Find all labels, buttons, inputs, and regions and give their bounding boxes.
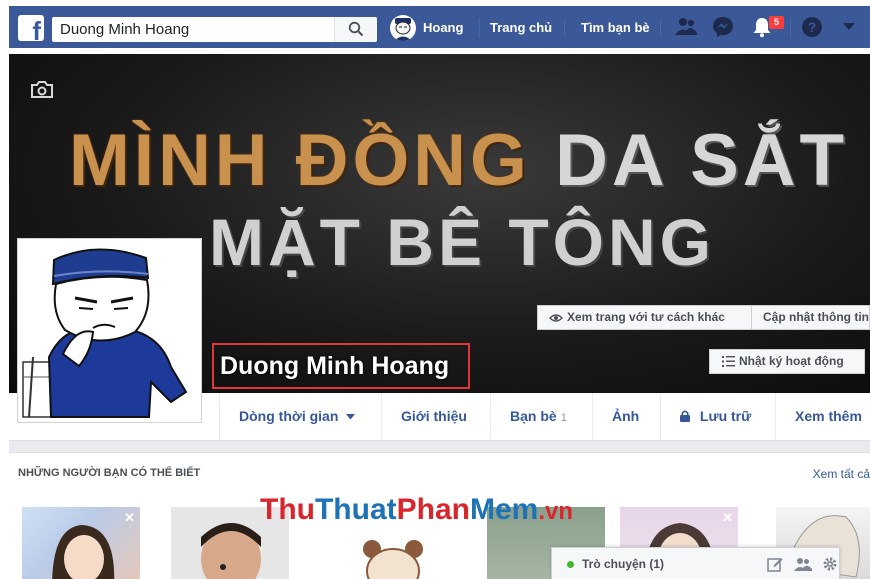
- update-info-label: Cập nhật thông tin: [763, 310, 869, 324]
- nav-home-link[interactable]: Trang chủ: [490, 20, 552, 35]
- lock-icon: [680, 410, 690, 422]
- nav-divider: [564, 18, 565, 38]
- suggested-person-card[interactable]: ✕: [22, 507, 140, 579]
- search-input[interactable]: Duong Minh Hoang: [60, 21, 189, 38]
- dismiss-icon[interactable]: ✕: [722, 511, 733, 524]
- watermark-phan: Phan: [396, 493, 470, 526]
- search-box[interactable]: Duong Minh Hoang: [52, 17, 377, 42]
- site-watermark: ThuThuatPhanMem.vn: [260, 493, 573, 527]
- nav-profile-link[interactable]: Hoang: [423, 20, 463, 35]
- cover-text-silver: DA SẮT: [555, 120, 849, 201]
- account-menu-icon[interactable]: [843, 23, 855, 31]
- watermark-vn: .vn: [538, 498, 574, 525]
- profile-meme-illustration: [21, 242, 198, 419]
- chat-settings-gear-icon[interactable]: [822, 556, 838, 572]
- tab-more-label: Xem thêm: [795, 408, 862, 424]
- tab-photos-label: Ảnh: [612, 408, 640, 424]
- nav-divider: [660, 18, 661, 38]
- watermark-thuat: Thuat: [314, 493, 397, 526]
- tab-archive[interactable]: Lưu trữ: [660, 393, 775, 440]
- top-area: f Duong Minh Hoang Hoang Trang chủ Tìm b…: [9, 0, 870, 54]
- new-group-icon[interactable]: [794, 556, 812, 572]
- watermark-thu: Thu: [260, 493, 315, 526]
- nav-find-friends-link[interactable]: Tìm bạn bè: [581, 20, 650, 35]
- tab-friends-label: Bạn bè: [510, 408, 557, 424]
- caret-down-icon: [346, 414, 356, 420]
- see-all-link[interactable]: Xem tất cả: [813, 467, 870, 481]
- cover-text-line1: MÌNH ĐỒNG DA SẮT: [69, 119, 848, 202]
- watermark-mem: Mem: [470, 493, 539, 526]
- view-as-button[interactable]: Xem trang với tư cách khác: [537, 305, 752, 330]
- chat-bar[interactable]: Trò chuyện (1): [551, 547, 840, 579]
- eye-icon: [549, 314, 563, 322]
- section-title: NHỮNG NGƯỜI BẠN CÓ THỂ BIẾT: [18, 467, 201, 479]
- activity-log-label: Nhật ký hoạt động: [739, 354, 844, 368]
- chat-label: Trò chuyện (1): [582, 557, 665, 571]
- facebook-logo-glyph: f: [32, 16, 41, 46]
- profile-name-highlight: Duong Minh Hoang: [212, 343, 470, 389]
- nav-divider: [790, 18, 791, 38]
- dismiss-icon[interactable]: ✕: [124, 511, 135, 524]
- profile-picture[interactable]: [17, 238, 202, 423]
- tab-more[interactable]: Xem thêm: [775, 393, 870, 440]
- activity-log-button[interactable]: Nhật ký hoạt động: [709, 349, 865, 374]
- friend-requests-icon[interactable]: [674, 16, 698, 38]
- tab-friends[interactable]: Bạn bè 1: [490, 393, 592, 440]
- online-status-dot: [567, 561, 574, 568]
- tab-timeline[interactable]: Dòng thời gian: [219, 393, 381, 440]
- svg-text:?: ?: [808, 19, 817, 35]
- notification-badge: 5: [768, 15, 785, 30]
- friends-count: 1: [560, 412, 567, 424]
- facebook-window: f Duong Minh Hoang Hoang Trang chủ Tìm b…: [9, 0, 870, 579]
- tab-about-label: Giới thiệu: [401, 408, 467, 424]
- cover-text-orange: MÌNH ĐỒNG: [69, 120, 531, 201]
- blue-navbar: f Duong Minh Hoang Hoang Trang chủ Tìm b…: [9, 6, 870, 48]
- anime-girl-photo: [52, 525, 115, 579]
- camera-icon[interactable]: [30, 80, 54, 99]
- user-avatar[interactable]: [390, 15, 416, 41]
- nav-divider: [479, 18, 480, 38]
- profile-name[interactable]: Duong Minh Hoang: [220, 352, 449, 381]
- tab-timeline-label: Dòng thời gian: [239, 408, 339, 424]
- help-icon[interactable]: ?: [801, 16, 823, 38]
- compose-icon[interactable]: [767, 556, 783, 572]
- tab-archive-label: Lưu trữ: [699, 408, 752, 424]
- cover-text-line2: MẶT BÊ TÔNG: [209, 205, 715, 279]
- messenger-icon[interactable]: [712, 16, 734, 38]
- view-as-label: Xem trang với tư cách khác: [567, 310, 725, 324]
- tab-photos[interactable]: Ảnh: [592, 393, 660, 440]
- facebook-logo[interactable]: f: [18, 15, 44, 46]
- avatar-icon: [394, 18, 412, 41]
- update-info-button[interactable]: Cập nhật thông tin: [751, 305, 870, 330]
- search-button[interactable]: [334, 17, 377, 42]
- search-icon: [348, 21, 364, 37]
- list-icon: [722, 356, 735, 368]
- tab-about[interactable]: Giới thiệu: [381, 393, 490, 440]
